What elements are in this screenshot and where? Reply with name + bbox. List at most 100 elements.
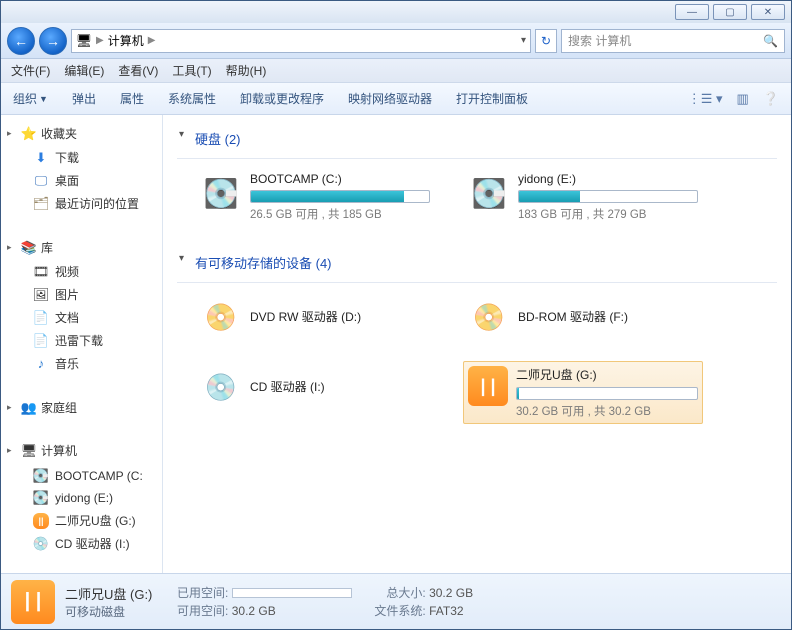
status-col-space: 已用空间: 可用空间: 30.2 GB — [174, 584, 351, 620]
sidebar-item-downloads[interactable]: ⬇下载 — [15, 146, 162, 169]
document-icon: 📄 — [33, 310, 49, 326]
help-icon[interactable]: ❔ — [763, 91, 779, 107]
sidebar-item-drive-g[interactable]: ||二师兄U盘 (G:) — [15, 509, 162, 532]
toolbar: 组织 ▼ 弹出 属性 系统属性 卸载或更改程序 映射网络驱动器 打开控制面板 ⋮… — [1, 83, 791, 115]
drive-d-name: DVD RW 驱动器 (D:) — [250, 308, 430, 325]
sidebar-library: 📚库 🎞视频 🖼图片 📄文档 📄迅雷下载 ♪音乐 — [15, 239, 162, 375]
organize-button[interactable]: 组织 ▼ — [13, 90, 48, 107]
sidebar-library-head[interactable]: 📚库 — [15, 239, 162, 256]
breadcrumb-text[interactable]: 计算机 — [108, 32, 144, 49]
explorer-body: ⭐收藏夹 ⬇下载 🖵桌面 🗂最近访问的位置 📚库 🎞视频 🖼图片 📄文档 📄迅雷… — [1, 115, 791, 573]
tool-map-drive[interactable]: 映射网络驱动器 — [348, 90, 432, 107]
sidebar-item-pictures[interactable]: 🖼图片 — [15, 283, 162, 306]
refresh-button[interactable]: ↻ — [535, 29, 557, 53]
used-space-bar — [232, 588, 352, 598]
usb-icon: | | — [468, 366, 508, 406]
xunlei-icon: 📄 — [33, 333, 49, 349]
fs-label: 文件系统: — [372, 602, 426, 620]
drive-g-bar — [516, 387, 698, 400]
tool-uninstall[interactable]: 卸载或更改程序 — [240, 90, 324, 107]
menu-bar: 文件(F) 编辑(E) 查看(V) 工具(T) 帮助(H) — [1, 59, 791, 83]
menu-edit[interactable]: 编辑(E) — [64, 62, 104, 79]
drive-i-name: CD 驱动器 (I:) — [250, 378, 430, 395]
close-button[interactable]: ✕ — [751, 4, 785, 20]
desktop-icon: 🖵 — [33, 173, 49, 189]
dvd-icon: 📀 — [200, 296, 242, 338]
drive-g[interactable]: | | 二师兄U盘 (G:) 30.2 GB 可用 , 共 30.2 GB — [463, 361, 703, 424]
search-input[interactable]: 搜索 计算机 🔍 — [561, 29, 785, 53]
address-dropdown-icon[interactable]: ▾ — [521, 35, 526, 46]
preview-pane-icon[interactable]: ▥ — [737, 91, 749, 107]
sidebar-item-videos[interactable]: 🎞视频 — [15, 260, 162, 283]
recent-icon: 🗂 — [33, 196, 49, 212]
sidebar-homegroup: 👥家庭组 — [15, 399, 162, 416]
section-removable[interactable]: 有可移动存储的设备 (4) — [177, 247, 777, 278]
download-icon: ⬇ — [33, 150, 49, 166]
explorer-window: — ▢ ✕ ← → 🖥 ▶ 计算机 ▶ ▾ ↻ 搜索 计算机 🔍 文件(F) 编… — [0, 0, 792, 630]
free-label: 可用空间: — [174, 602, 228, 620]
forward-button[interactable]: → — [39, 27, 67, 55]
tool-system-properties[interactable]: 系统属性 — [168, 90, 216, 107]
address-bar[interactable]: 🖥 ▶ 计算机 ▶ ▾ — [71, 29, 531, 53]
sidebar: ⭐收藏夹 ⬇下载 🖵桌面 🗂最近访问的位置 📚库 🎞视频 🖼图片 📄文档 📄迅雷… — [1, 115, 163, 573]
search-icon[interactable]: 🔍 — [763, 34, 778, 48]
status-columns: 已用空间: 可用空间: 30.2 GB 总大小: 30.2 GB 文件系统: F… — [174, 584, 473, 620]
sidebar-item-drive-c[interactable]: 💽BOOTCAMP (C: — [15, 465, 162, 487]
status-bar: | | 二师兄U盘 (G:) 可移动磁盘 已用空间: 可用空间: 30.2 GB… — [1, 573, 791, 629]
hdd-drives: 💽 BOOTCAMP (C:) 26.5 GB 可用 , 共 185 GB 💽 … — [177, 167, 777, 227]
minimize-button[interactable]: — — [675, 4, 709, 20]
drive-e-freetext: 183 GB 可用 , 共 279 GB — [518, 206, 698, 222]
drive-e-fill — [519, 191, 580, 202]
sidebar-homegroup-head[interactable]: 👥家庭组 — [15, 399, 162, 416]
menu-tools[interactable]: 工具(T) — [172, 62, 211, 79]
library-icon: 📚 — [21, 240, 37, 256]
breadcrumb-separator: ▶ — [96, 35, 104, 46]
tool-properties[interactable]: 属性 — [120, 90, 144, 107]
search-placeholder: 搜索 计算机 — [568, 32, 631, 49]
maximize-button[interactable]: ▢ — [713, 4, 747, 20]
drive-i[interactable]: 💿 CD 驱动器 (I:) — [195, 361, 435, 424]
drive-c-fill — [251, 191, 404, 202]
bd-icon: 📀 — [468, 296, 510, 338]
sidebar-item-documents[interactable]: 📄文档 — [15, 306, 162, 329]
drive-icon: 💽 — [33, 468, 49, 484]
drive-g-name: 二师兄U盘 (G:) — [516, 366, 698, 383]
tool-control-panel[interactable]: 打开控制面板 — [456, 90, 528, 107]
sidebar-item-xunlei[interactable]: 📄迅雷下载 — [15, 329, 162, 352]
view-mode-icon[interactable]: ⋮☰ ▾ — [688, 91, 723, 107]
menu-file[interactable]: 文件(F) — [11, 62, 50, 79]
drive-c-bar — [250, 190, 430, 203]
tool-eject[interactable]: 弹出 — [72, 90, 96, 107]
computer-icon: 🖥 — [21, 443, 37, 459]
sidebar-item-drive-i[interactable]: 💿CD 驱动器 (I:) — [15, 532, 162, 555]
drive-f-name: BD-ROM 驱动器 (F:) — [518, 308, 698, 325]
sidebar-item-desktop[interactable]: 🖵桌面 — [15, 169, 162, 192]
sidebar-item-recent[interactable]: 🗂最近访问的位置 — [15, 192, 162, 215]
usb-icon: || — [33, 513, 49, 529]
drive-c[interactable]: 💽 BOOTCAMP (C:) 26.5 GB 可用 , 共 185 GB — [195, 167, 435, 227]
drive-e[interactable]: 💽 yidong (E:) 183 GB 可用 , 共 279 GB — [463, 167, 703, 227]
sidebar-computer: 🖥计算机 💽BOOTCAMP (C: 💽yidong (E:) ||二师兄U盘 … — [15, 440, 162, 555]
titlebar: — ▢ ✕ — [1, 1, 791, 23]
free-value: 30.2 GB — [232, 604, 276, 618]
section-divider — [177, 158, 777, 159]
sidebar-computer-head[interactable]: 🖥计算机 — [15, 440, 162, 461]
drive-f[interactable]: 📀 BD-ROM 驱动器 (F:) — [463, 291, 703, 343]
section-hdd[interactable]: 硬盘 (2) — [177, 123, 777, 154]
used-label: 已用空间: — [174, 584, 228, 602]
breadcrumb-separator: ▶ — [148, 35, 156, 46]
music-icon: ♪ — [33, 356, 49, 372]
menu-help[interactable]: 帮助(H) — [226, 62, 267, 79]
fs-value: FAT32 — [429, 604, 463, 618]
drive-c-freetext: 26.5 GB 可用 , 共 185 GB — [250, 206, 430, 222]
sidebar-favorites-head[interactable]: ⭐收藏夹 — [15, 125, 162, 142]
sidebar-item-music[interactable]: ♪音乐 — [15, 352, 162, 375]
homegroup-icon: 👥 — [21, 400, 37, 416]
sidebar-item-drive-e[interactable]: 💽yidong (E:) — [15, 487, 162, 509]
cd-icon: 💿 — [200, 366, 242, 408]
drive-d[interactable]: 📀 DVD RW 驱动器 (D:) — [195, 291, 435, 343]
drive-e-bar — [518, 190, 698, 203]
video-icon: 🎞 — [33, 264, 49, 280]
back-button[interactable]: ← — [7, 27, 35, 55]
menu-view[interactable]: 查看(V) — [118, 62, 158, 79]
